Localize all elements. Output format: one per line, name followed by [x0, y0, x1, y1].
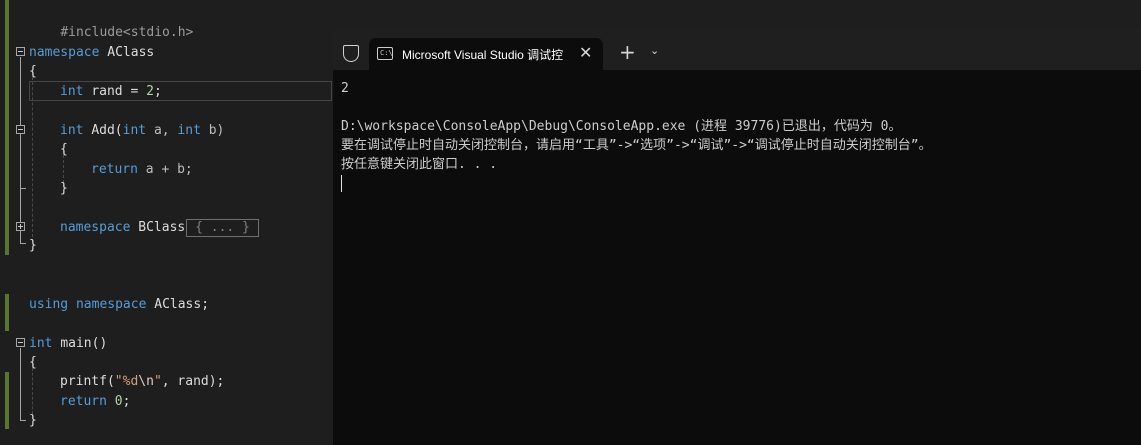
using-keyword: using: [29, 297, 69, 312]
int-keyword: int: [60, 123, 84, 138]
brace: }: [29, 413, 37, 428]
output-line: D:\workspace\ConsoleApp\Debug\ConsoleApp…: [341, 119, 902, 134]
code-line-namespace[interactable]: namespace AClass: [29, 43, 154, 62]
brace: {: [29, 64, 37, 79]
fold-toggle[interactable]: [16, 125, 25, 134]
change-bar: [5, 0, 9, 255]
fold-end: [20, 188, 26, 189]
chevron-down-icon[interactable]: ⌄: [650, 44, 659, 57]
output-line: 按任意键关闭此窗口. . .: [341, 157, 498, 172]
return-keyword: return: [60, 394, 107, 409]
namespace-keyword: namespace: [29, 45, 100, 60]
code-line-namespace-bclass[interactable]: namespace BClass: [60, 218, 185, 237]
namespace-name: BClass: [138, 220, 186, 235]
code-line-using[interactable]: using namespace AClass;: [29, 295, 209, 314]
rand-value: 2: [146, 84, 154, 99]
code-editor[interactable]: #include<stdio.h> namespace AClass { int…: [0, 0, 332, 445]
fold-toggle[interactable]: [16, 338, 25, 347]
code-line-rand-decl[interactable]: int rand = 2;: [60, 82, 162, 101]
brace: }: [29, 238, 37, 253]
return-zero-value: 0: [114, 394, 123, 409]
shield-icon[interactable]: [343, 45, 359, 62]
code-line-open-brace[interactable]: {: [29, 62, 37, 81]
printf-call: printf(: [60, 374, 115, 389]
add-function: Add(: [91, 123, 123, 138]
main-function: main(): [60, 336, 108, 351]
code-line-add-fn[interactable]: int Add(int a, int b): [60, 121, 224, 140]
semicolon: ;: [122, 394, 131, 409]
collapsed-region[interactable]: { ... }: [186, 219, 259, 237]
return-keyword: return: [91, 162, 138, 177]
code-line-main[interactable]: int main(): [29, 334, 107, 353]
code-line-include[interactable]: #include<stdio.h>: [29, 4, 193, 40]
include-directive: #include<stdio.h>: [60, 25, 194, 40]
printf-args: , rand);: [161, 374, 225, 389]
code-line-open-brace[interactable]: {: [60, 140, 68, 159]
change-bar: [5, 372, 9, 429]
tab-title: Microsoft Visual Studio 调试控: [402, 48, 564, 62]
plus-icon[interactable]: +: [619, 40, 636, 64]
change-bar: [5, 294, 9, 331]
int-keyword: int: [60, 84, 84, 99]
param-a: a,: [153, 123, 178, 138]
brace: {: [60, 142, 68, 157]
terminal-tab-bar: C:\ Microsoft Visual Studio 调试控 ✕ + ⌄: [333, 30, 1141, 71]
code-line-return-zero[interactable]: return 0;: [60, 392, 130, 411]
output-line: 要在调试停止时自动关闭控制台，请启用“工具”->“选项”->“调试”->“调试停…: [341, 138, 932, 153]
using-name: AClass;: [154, 297, 210, 312]
namespace-keyword: namespace: [60, 220, 131, 235]
text-cursor: [341, 175, 342, 192]
brace: {: [29, 355, 37, 370]
fold-toggle[interactable]: [16, 47, 25, 56]
format-string-close: ": [153, 374, 162, 389]
code-line-close-brace[interactable]: }: [29, 236, 37, 255]
fold-end: [20, 420, 26, 421]
namespace-name: AClass: [107, 45, 155, 60]
format-string-open: "%d: [114, 374, 139, 389]
semicolon: ;: [153, 84, 162, 99]
code-line-close-brace[interactable]: }: [29, 411, 37, 430]
code-line-return[interactable]: return a + b;: [91, 160, 193, 179]
close-icon[interactable]: ✕: [579, 43, 592, 62]
fold-line: [20, 348, 21, 420]
return-expression: a + b;: [145, 162, 193, 177]
code-line-close-brace[interactable]: }: [60, 179, 68, 198]
output-line: 2: [341, 81, 349, 96]
fold-toggle-expand[interactable]: [16, 222, 25, 231]
code-line-open-brace[interactable]: {: [29, 353, 37, 372]
fold-line: [20, 135, 21, 188]
rand-decl: rand =: [91, 84, 147, 99]
code-line-printf[interactable]: printf("%d\n", rand);: [60, 372, 224, 391]
fold-end: [20, 243, 26, 244]
format-escape: \n: [138, 374, 154, 389]
console-tab[interactable]: C:\ Microsoft Visual Studio 调试控 ✕: [369, 38, 603, 71]
int-keyword: int: [177, 123, 201, 138]
namespace-keyword: namespace: [75, 297, 147, 312]
debug-console-window[interactable]: C:\ Microsoft Visual Studio 调试控 ✕ + ⌄ 2 …: [333, 30, 1141, 445]
int-keyword: int: [122, 123, 147, 138]
terminal-icon: C:\: [377, 47, 393, 60]
brace: }: [60, 181, 68, 196]
param-b: b): [208, 123, 225, 138]
int-keyword: int: [29, 336, 53, 351]
